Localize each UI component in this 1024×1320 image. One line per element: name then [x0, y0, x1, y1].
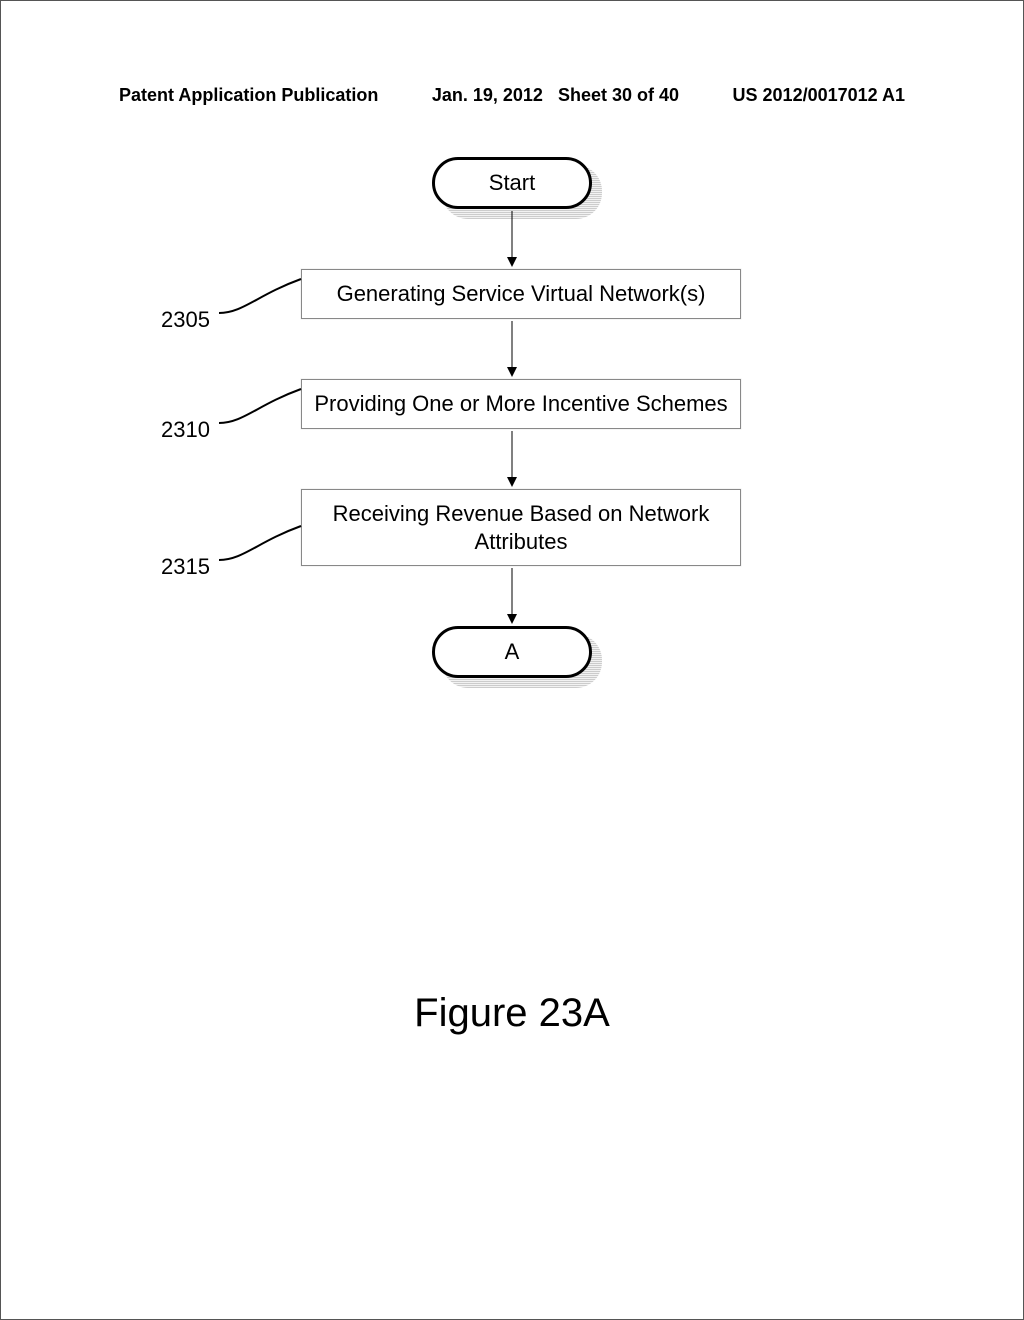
page-header: Patent Application Publication Jan. 19, … — [119, 85, 905, 106]
header-date: Jan. 19, 2012 — [432, 85, 543, 105]
leader-line-icon — [215, 273, 305, 317]
figure-label: Figure 23A — [1, 991, 1023, 1036]
step-2315: Receiving Revenue Based on Network Attri… — [301, 489, 741, 566]
step-box: Generating Service Virtual Network(s) — [301, 269, 741, 319]
step-box: Receiving Revenue Based on Network Attri… — [301, 489, 741, 566]
arrow-down-icon — [1, 429, 1023, 489]
leader-line-icon — [215, 383, 305, 427]
step-2305: Generating Service Virtual Network(s) 23… — [301, 269, 741, 319]
arrow-down-icon — [1, 566, 1023, 626]
terminator-start: Start — [432, 157, 592, 209]
step-2310: Providing One or More Incentive Schemes … — [301, 379, 741, 429]
flowchart: Start Generating Service Virtual Network… — [1, 157, 1023, 678]
arrow-down-icon — [1, 209, 1023, 269]
page: Patent Application Publication Jan. 19, … — [0, 0, 1024, 1320]
terminator-end: A — [432, 626, 592, 678]
arrow-down-icon — [1, 319, 1023, 379]
header-publication-number: US 2012/0017012 A1 — [733, 85, 905, 106]
header-date-sheet: Jan. 19, 2012 Sheet 30 of 40 — [432, 85, 679, 106]
leader-line-icon — [215, 520, 305, 564]
terminator-start-label: Start — [432, 157, 592, 209]
header-sheet: Sheet 30 of 40 — [558, 85, 679, 105]
header-publication-type: Patent Application Publication — [119, 85, 378, 106]
terminator-end-label: A — [432, 626, 592, 678]
step-box: Providing One or More Incentive Schemes — [301, 379, 741, 429]
